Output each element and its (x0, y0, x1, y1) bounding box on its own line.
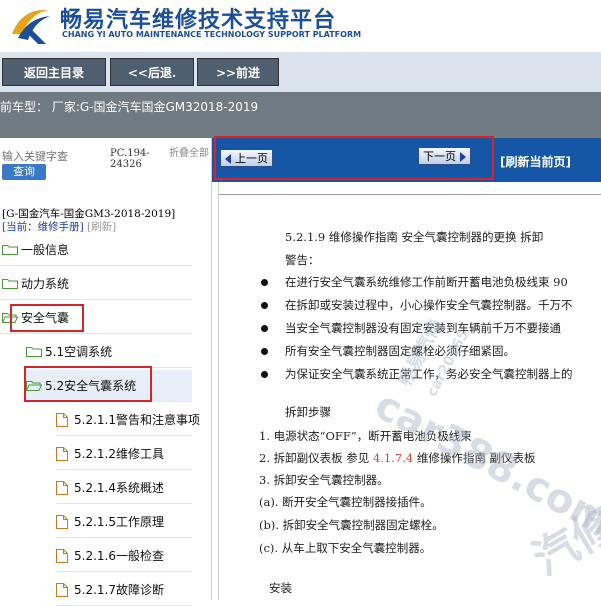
app-subtitle: CHANG YI AUTO MAINTENANCE TECHNOLOGY SUP… (62, 30, 362, 39)
folder-icon (26, 347, 42, 357)
tree-item-label: 5.2.1.7故障诊断 (74, 583, 164, 597)
document-icon (56, 446, 68, 461)
tree-item-ac-system[interactable]: 5.1空调系统 (24, 336, 192, 368)
home-button[interactable]: 返回主目录 (2, 58, 106, 86)
step-3: 3. 拆卸安全气囊控制器。 (259, 473, 389, 487)
folder-icon (2, 279, 18, 289)
tree-item-general[interactable]: 一般信息 (0, 234, 192, 266)
step-c: (c). 从车上取下安全气囊控制器。 (259, 541, 432, 555)
tree-item-label: 一般信息 (21, 243, 70, 257)
install-title: 安装 (269, 581, 292, 595)
bullet-icon (261, 279, 268, 286)
search-button[interactable]: 查询 (2, 164, 46, 180)
bullet-icon (261, 348, 268, 355)
warning-item: 在拆卸或安装过程中，小心操作安全气囊控制器。千万不 (285, 298, 573, 312)
tree-item-diagnosis[interactable]: 5.2.1.7故障诊断 (56, 574, 192, 606)
highlight-box-airbag (10, 304, 84, 332)
collapse-all-link[interactable]: 折叠全部 (169, 148, 209, 159)
document-icon (56, 412, 68, 427)
bullet-icon (261, 325, 268, 332)
step-b: (b). 拆卸安全气囊控制器固定螺栓。 (259, 518, 444, 532)
search-input[interactable] (2, 148, 82, 164)
tree-item-inspection[interactable]: 5.2.1.6一般检查 (56, 540, 192, 572)
document-pane: 5.2.1.9 维修操作指南 安全气囊控制器的更换 拆卸 警告： 在进行安全气囊… (218, 182, 601, 600)
refresh-tree-link[interactable]: [刷新] (87, 221, 116, 233)
document-icon (56, 548, 68, 563)
back-button[interactable]: <<后退. (110, 58, 194, 86)
tree-item-label: 5.2.1.5工作原理 (74, 515, 164, 529)
tree-item-label: 5.2.1.2维修工具 (74, 447, 164, 461)
pc-number: PC.194-24326 (110, 148, 150, 170)
step-2-prefix: 2. 拆卸副仪表板 参见 (259, 451, 373, 465)
warning-item: 所有安全气囊控制器固定螺栓必须仔细紧固。 (285, 344, 515, 358)
steps-title: 拆卸步骤 (285, 405, 331, 419)
tree-item-principle[interactable]: 5.2.1.5工作原理 (56, 506, 192, 538)
forward-button[interactable]: >>前进 (197, 58, 279, 86)
model-bar: 前车型： 厂家:G-国金汽车国金GM32018-2019 (0, 92, 601, 138)
document-icon (56, 480, 68, 495)
document-icon (56, 514, 68, 529)
tree-item-label: 5.2.1.6一般检查 (74, 549, 164, 563)
bullet-icon (261, 302, 268, 309)
refresh-page-link[interactable]: [刷新当前页] (500, 153, 571, 170)
tree-item-tools[interactable]: 5.2.1.2维修工具 (56, 438, 192, 470)
tree-item-powertrain[interactable]: 动力系统 (0, 268, 192, 300)
book-info: [G-国金汽车-国金GM3-2018-2019] [当前：维修手册] [刷新] (2, 208, 175, 234)
nav-bar: 返回主目录 <<后退. >>前进 (0, 52, 601, 92)
highlight-box-pager (214, 136, 494, 180)
section-link[interactable]: 4.1.7.4 (373, 451, 413, 465)
document-icon (56, 582, 68, 597)
bullet-icon (261, 371, 268, 378)
divider (219, 194, 601, 195)
warning-item: 在进行安全气囊系统维修工作前断开蓄电池负极线束 90 (285, 275, 568, 289)
tree-item-warnings[interactable]: 5.2.1.1警告和注意事项 (56, 404, 200, 436)
tree-item-label: 5.2.1.4系统概述 (74, 481, 164, 495)
model-text: 前车型： 厂家:G-国金汽车国金GM32018-2019 (0, 100, 259, 114)
brand-logo-icon (12, 9, 50, 44)
folder-icon (2, 245, 18, 255)
tree-item-label: 5.1空调系统 (45, 345, 113, 359)
highlight-box-airbag-system (24, 366, 152, 402)
warning-item: 为保证安全气囊系统正常工作，务必安全气囊控制器上的 (285, 367, 573, 381)
current-manual-label: [当前：维修手册] (2, 221, 84, 233)
tree-item-label: 动力系统 (21, 277, 70, 291)
tree-item-overview[interactable]: 5.2.1.4系统概述 (56, 472, 192, 504)
tree-item-label: 5.2.1.1警告和注意事项 (74, 413, 200, 427)
book-title: [G-国金汽车-国金GM3-2018-2019] (2, 208, 176, 220)
warning-title: 警告： (285, 253, 320, 267)
doc-heading: 5.2.1.9 维修操作指南 安全气囊控制器的更换 拆卸 (285, 230, 544, 244)
step-a: (a). 断开安全气囊控制器接插件。 (259, 495, 432, 509)
app-header: 畅易汽车维修技术支持平台 CHANG YI AUTO MAINTENANCE T… (0, 0, 601, 52)
